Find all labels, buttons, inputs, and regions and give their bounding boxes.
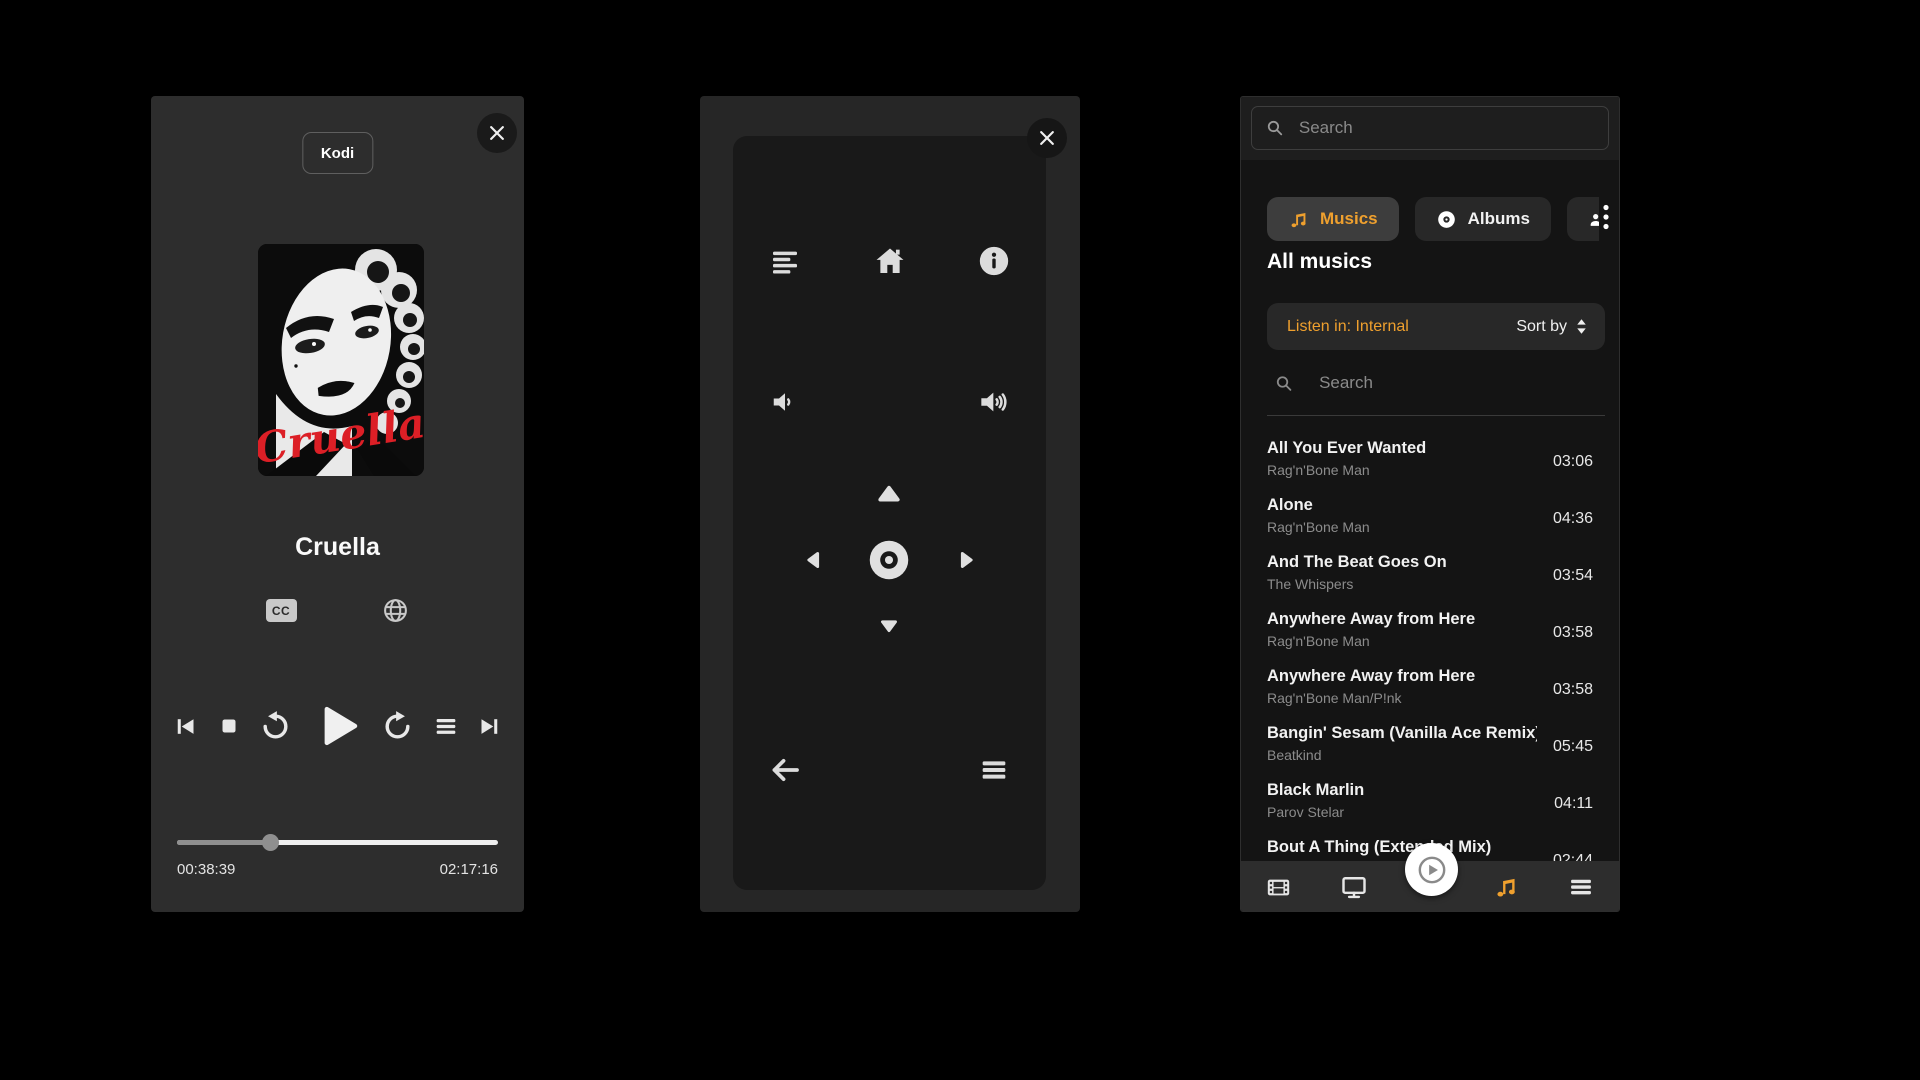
search-icon xyxy=(1275,373,1293,394)
global-search-field[interactable] xyxy=(1251,106,1609,150)
dpad-right-icon[interactable] xyxy=(945,538,989,582)
listen-in-selector[interactable]: Listen in: Internal xyxy=(1287,318,1409,336)
song-duration: 03:54 xyxy=(1553,567,1593,585)
nav-music-icon[interactable] xyxy=(1468,861,1544,912)
remote-pad xyxy=(733,136,1046,890)
forward-icon[interactable] xyxy=(381,710,414,743)
close-icon[interactable] xyxy=(1027,118,1067,158)
home-icon[interactable] xyxy=(868,239,912,283)
search-icon xyxy=(1266,118,1284,138)
song-artist: Rag'n'Bone Man xyxy=(1267,458,1593,478)
song-title: Anywhere Away from Here xyxy=(1267,661,1537,686)
song-duration: 04:36 xyxy=(1553,510,1593,528)
song-artist: Parov Stelar xyxy=(1267,800,1593,820)
volume-up-icon[interactable] xyxy=(972,380,1016,424)
volume-down-icon[interactable] xyxy=(763,380,807,424)
disc-icon xyxy=(1436,209,1457,230)
context-menu-icon[interactable] xyxy=(972,748,1016,792)
song-duration: 03:58 xyxy=(1553,624,1593,642)
divider xyxy=(1267,415,1605,416)
song-row[interactable]: Anywhere Away from Here Rag'n'Bone Man 0… xyxy=(1241,604,1619,661)
nav-movies-icon[interactable] xyxy=(1241,861,1317,912)
music-library-panel: Musics Albums Ar xyxy=(1240,96,1620,912)
elapsed-time: 00:38:39 xyxy=(177,861,235,878)
now-playing-panel: Kodi xyxy=(151,96,524,912)
song-duration: 04:11 xyxy=(1554,795,1593,813)
seek-slider[interactable] xyxy=(177,832,498,852)
library-tabs: Musics Albums Ar xyxy=(1267,197,1599,241)
rewind-replay-icon[interactable] xyxy=(259,710,292,743)
media-title: Cruella xyxy=(151,533,524,562)
device-chip[interactable]: Kodi xyxy=(302,132,373,174)
tab-artists[interactable]: Ar xyxy=(1567,197,1599,241)
library-header xyxy=(1241,97,1619,160)
song-duration: 02:44 xyxy=(1553,852,1593,862)
tab-label: Albums xyxy=(1468,209,1530,229)
remote-panel xyxy=(700,96,1080,912)
song-title: All You Ever Wanted xyxy=(1267,433,1537,458)
song-row[interactable]: All You Ever Wanted Rag'n'Bone Man 03:06 xyxy=(1241,433,1619,490)
song-duration: 03:58 xyxy=(1553,681,1593,699)
playback-controls xyxy=(151,698,524,754)
now-playing-fab-icon[interactable] xyxy=(1405,843,1458,896)
song-row[interactable]: Black Marlin Parov Stelar 04:11 xyxy=(1241,775,1619,832)
playlist-queue-icon[interactable] xyxy=(432,712,460,740)
dpad-left-icon[interactable] xyxy=(791,538,835,582)
dpad-up-icon[interactable] xyxy=(867,472,911,516)
song-artist: The Whispers xyxy=(1267,572,1593,592)
song-title: Alone xyxy=(1267,490,1537,515)
search-input[interactable] xyxy=(1297,117,1594,139)
song-list: All You Ever Wanted Rag'n'Bone Man 03:06… xyxy=(1241,433,1619,861)
song-artist: Beatkind xyxy=(1267,743,1593,763)
song-row[interactable]: Alone Rag'n'Bone Man 04:36 xyxy=(1241,490,1619,547)
sort-by-label: Sort by xyxy=(1516,318,1567,336)
back-arrow-icon[interactable] xyxy=(763,748,807,792)
progress-elapsed xyxy=(177,840,270,845)
song-duration: 05:45 xyxy=(1553,738,1593,756)
close-icon[interactable] xyxy=(477,113,517,153)
nav-more-menu-icon[interactable] xyxy=(1543,861,1619,912)
song-row[interactable]: Bangin' Sesam (Vanilla Ace Remix) Beatki… xyxy=(1241,718,1619,775)
time-row: 00:38:39 02:17:16 xyxy=(177,861,498,878)
info-icon[interactable] xyxy=(972,239,1016,283)
poster-image: Cruella xyxy=(258,244,424,476)
desktop: Kodi xyxy=(0,0,1920,1080)
stop-icon[interactable] xyxy=(216,713,242,739)
song-duration: 03:06 xyxy=(1553,453,1593,471)
song-row[interactable]: Anywhere Away from Here Rag'n'Bone Man/P… xyxy=(1241,661,1619,718)
song-row[interactable]: And The Beat Goes On The Whispers 03:54 xyxy=(1241,547,1619,604)
song-artist: Rag'n'Bone Man xyxy=(1267,629,1593,649)
song-title: Bangin' Sesam (Vanilla Ace Remix) xyxy=(1267,718,1537,743)
song-artist: Rag'n'Bone Man/P!nk xyxy=(1267,686,1593,706)
playlist-menu-icon[interactable] xyxy=(763,239,807,283)
audio-language-globe-icon[interactable] xyxy=(381,596,410,625)
media-options-row: CC xyxy=(151,596,524,625)
section-title: All musics xyxy=(1267,250,1372,274)
song-title: Black Marlin xyxy=(1267,775,1537,800)
skip-next-icon[interactable] xyxy=(477,713,504,740)
sort-by-selector[interactable]: Sort by xyxy=(1516,318,1589,336)
play-icon[interactable] xyxy=(310,699,364,753)
subtitles-cc-icon[interactable]: CC xyxy=(266,599,297,622)
tab-label: Musics xyxy=(1320,209,1378,229)
song-title: Bout A Thing (Extended Mix) xyxy=(1267,832,1537,857)
nav-tvshows-icon[interactable] xyxy=(1317,861,1393,912)
song-artist: Rag'n'Bone Man xyxy=(1267,515,1593,535)
dpad-select-icon[interactable] xyxy=(867,538,911,582)
list-search-field[interactable] xyxy=(1267,363,1605,403)
tab-albums[interactable]: Albums xyxy=(1415,197,1551,241)
song-title: And The Beat Goes On xyxy=(1267,547,1537,572)
list-search-input[interactable] xyxy=(1317,372,1605,394)
total-time: 02:17:16 xyxy=(440,861,498,878)
kebab-menu-icon[interactable] xyxy=(1598,195,1614,239)
sort-arrows-icon xyxy=(1574,318,1589,335)
progress-thumb[interactable] xyxy=(262,834,279,851)
tab-musics[interactable]: Musics xyxy=(1267,197,1399,241)
dpad-down-icon[interactable] xyxy=(867,604,911,648)
seek-track xyxy=(177,840,498,845)
skip-previous-icon[interactable] xyxy=(171,713,198,740)
listen-sort-bar: Listen in: Internal Sort by xyxy=(1267,303,1605,350)
music-note-icon xyxy=(1288,209,1309,230)
song-title: Anywhere Away from Here xyxy=(1267,604,1537,629)
